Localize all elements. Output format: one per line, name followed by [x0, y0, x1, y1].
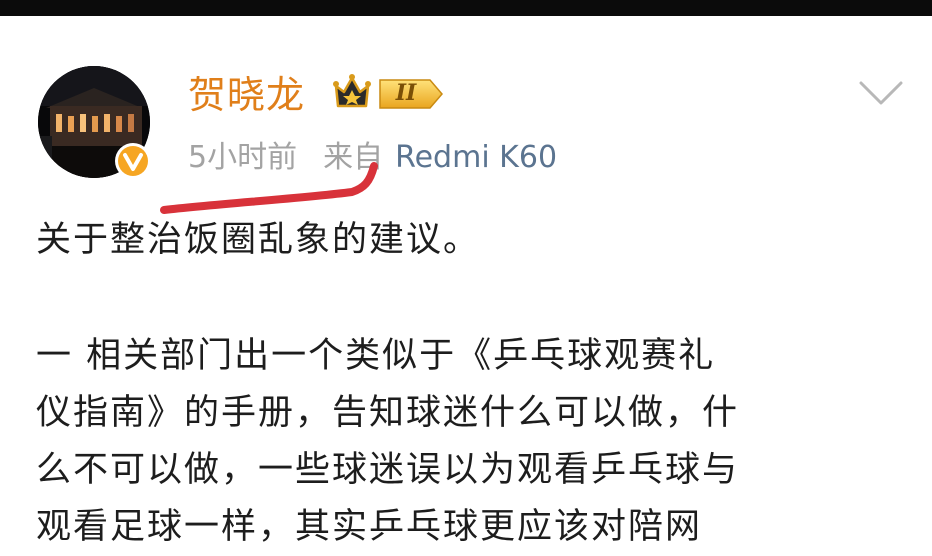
paragraph-row: 一 相关部门出一个类似于《乒乓球观赛礼 [36, 336, 716, 376]
paragraph-row: 仪指南》的手册，告知球迷什么可以做，什 [36, 393, 740, 433]
post-title-line: 关于整治饭圈乱象的建议。 [36, 220, 481, 260]
vip-level: II [395, 80, 417, 106]
post-time: 5小时前 [188, 140, 298, 175]
chevron-down-icon[interactable] [858, 78, 904, 108]
username[interactable]: 贺晓龙 [188, 68, 305, 122]
paragraph-row: 观看足球一样，其实乒乓球更应该对陪网 [36, 507, 703, 547]
post-meta: 5小时前 来自 Redmi K60 [188, 136, 557, 180]
device-link[interactable]: Redmi K60 [395, 140, 557, 175]
vip-badge[interactable]: II [330, 72, 444, 116]
post-paragraph: 一 相关部门出一个类似于《乒乓球观赛礼 仪指南》的手册，告知球迷什么可以做，什 … [36, 328, 916, 556]
avatar[interactable] [38, 66, 152, 180]
source-label: 来自 [323, 140, 384, 175]
top-bar [0, 0, 932, 16]
paragraph-row: 么不可以做，一些球迷误以为观看乒乓球与 [36, 450, 740, 490]
verified-badge-icon [114, 142, 152, 180]
